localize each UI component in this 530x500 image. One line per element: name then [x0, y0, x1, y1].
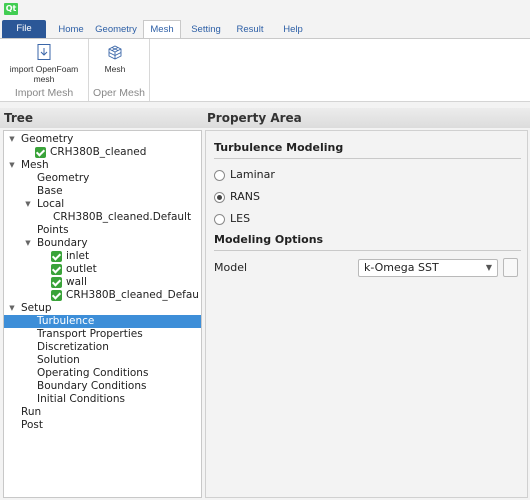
ribbon-panel: import OpenFoam mesh Import Mesh Mesh Op… [0, 38, 530, 102]
radio-label: RANS [230, 190, 260, 203]
tree-item-label: Initial Conditions [37, 393, 125, 405]
tree-item-geometry[interactable]: ▼ Geometry [4, 133, 201, 146]
tab-result[interactable]: Result [231, 21, 269, 38]
radio-rans[interactable]: RANS [214, 190, 334, 204]
tab-geometry[interactable]: Geometry [91, 21, 141, 38]
tree-item-label: Mesh [21, 159, 49, 171]
group-import-mesh: import OpenFoam mesh Import Mesh [0, 39, 89, 101]
tree-item-local-default[interactable]: CRH380B_cleaned.Default [4, 211, 201, 224]
tree-item-label: Boundary Conditions [37, 380, 147, 392]
radio-les[interactable]: LES [214, 212, 334, 226]
expand-arrow-icon[interactable]: ▼ [8, 302, 16, 315]
tree-view: ▼ Geometry CRH380B_cleaned ▼ Mesh Geomet… [3, 130, 202, 498]
group-label-oper-mesh: Oper Mesh [93, 87, 145, 99]
property-panel-title: Property Area [203, 108, 530, 128]
tree-item-discretization[interactable]: Discretization [4, 341, 201, 354]
mesh-button[interactable]: Mesh [95, 41, 135, 74]
expand-arrow-icon[interactable]: ▼ [8, 159, 16, 172]
tree-item-mesh-geometry[interactable]: Geometry [4, 172, 201, 185]
tree-item-wall[interactable]: wall [4, 276, 201, 289]
chevron-down-icon[interactable]: ▼ [486, 260, 492, 276]
tree-item-post[interactable]: Post [4, 419, 201, 432]
tree-item-label: CRH380B_cleaned [50, 146, 147, 158]
tree-item-setup[interactable]: ▼ Setup [4, 302, 201, 315]
tab-file[interactable]: File [2, 20, 46, 38]
import-openfoam-mesh-button[interactable]: import OpenFoam mesh [4, 41, 84, 84]
checkbox-checked-icon[interactable] [51, 277, 62, 288]
tree-item-crh380b-cleaned[interactable]: CRH380B_cleaned [4, 146, 201, 159]
modeling-options-heading: Modeling Options [214, 233, 324, 246]
mesh-cube-icon [108, 45, 122, 60]
import-openfoam-mesh-label: import OpenFoam mesh [9, 64, 79, 84]
tree-item-outlet[interactable]: outlet [4, 263, 201, 276]
tree-item-base[interactable]: Base [4, 185, 201, 198]
checkbox-checked-icon[interactable] [51, 290, 62, 301]
tree-item-label: Solution [37, 354, 80, 366]
radio-checked-icon[interactable] [214, 192, 225, 203]
tree-item-label: Discretization [37, 341, 109, 353]
model-options-button[interactable] [503, 258, 518, 277]
tree-panel-title: Tree [0, 108, 203, 128]
checkbox-checked-icon[interactable] [35, 147, 46, 158]
tree-item-operating-conditions[interactable]: Operating Conditions [4, 367, 201, 380]
tree-item-boundary[interactable]: ▼ Boundary [4, 237, 201, 250]
tree-item-label: Operating Conditions [37, 367, 149, 379]
tab-help[interactable]: Help [278, 21, 308, 38]
radio-label: LES [230, 212, 251, 225]
group-oper-mesh: Mesh Oper Mesh [89, 39, 150, 101]
tree-item-transport-properties[interactable]: Transport Properties [4, 328, 201, 341]
tree-item-label: outlet [66, 263, 97, 275]
expand-arrow-icon[interactable]: ▼ [24, 237, 32, 250]
qt-logo-icon: Qt [4, 3, 18, 15]
tab-setting[interactable]: Setting [186, 21, 226, 38]
tree-item-label: Points [37, 224, 69, 236]
tree-item-initial-conditions[interactable]: Initial Conditions [4, 393, 201, 406]
tab-home[interactable]: Home [54, 21, 88, 38]
import-mesh-icon [37, 44, 51, 60]
tree-item-label: Post [21, 419, 43, 431]
radio-unchecked-icon[interactable] [214, 214, 225, 225]
tree-item-label: inlet [66, 250, 90, 262]
tree-item-label: Transport Properties [37, 328, 143, 340]
tree-item-local[interactable]: ▼ Local [4, 198, 201, 211]
tree-item-label: Local [37, 198, 65, 210]
title-bar: Qt [0, 0, 530, 18]
radio-unchecked-icon[interactable] [214, 170, 225, 181]
divider [214, 250, 521, 251]
model-label: Model [214, 261, 248, 274]
mesh-label: Mesh [104, 64, 126, 74]
tree-item-inlet[interactable]: inlet [4, 250, 201, 263]
tree-item-turbulence[interactable]: Turbulence [4, 315, 201, 328]
tree-item-boundary-conditions[interactable]: Boundary Conditions [4, 380, 201, 393]
tree-item-label: Boundary [37, 237, 88, 249]
group-label-import-mesh: Import Mesh [14, 87, 74, 99]
expand-arrow-icon[interactable]: ▼ [8, 133, 16, 146]
checkbox-checked-icon[interactable] [51, 264, 62, 275]
expand-arrow-icon[interactable]: ▼ [24, 198, 32, 211]
tree-item-label: Setup [21, 302, 52, 314]
checkbox-checked-icon[interactable] [51, 251, 62, 262]
tree-item-mesh[interactable]: ▼ Mesh [4, 159, 201, 172]
tree-item-label: Turbulence [37, 315, 95, 327]
tree-item-run[interactable]: Run [4, 406, 201, 419]
ribbon-tabs: File Home Geometry Mesh Setting Result H… [0, 20, 530, 39]
radio-laminar[interactable]: Laminar [214, 168, 334, 182]
tab-mesh[interactable]: Mesh [143, 20, 181, 39]
radio-label: Laminar [230, 168, 275, 181]
tree-item-label: Geometry [21, 133, 74, 145]
divider [214, 158, 521, 159]
model-select-value: k-Omega SST [364, 261, 439, 274]
tree-item-label: CRH380B_cleaned_Defau [66, 289, 199, 301]
tree-item-label: Base [37, 185, 63, 197]
tree-item-boundary-default[interactable]: CRH380B_cleaned_Defau [4, 289, 201, 302]
property-area: Turbulence Modeling Laminar RANS LES Mod… [205, 130, 528, 498]
tree-item-solution[interactable]: Solution [4, 354, 201, 367]
model-select[interactable]: k-Omega SST ▼ [358, 259, 498, 277]
tree-item-points[interactable]: Points [4, 224, 201, 237]
turbulence-modeling-heading: Turbulence Modeling [214, 141, 344, 154]
tree-item-label: Geometry [37, 172, 90, 184]
tree-item-label: CRH380B_cleaned.Default [53, 211, 192, 223]
tree-item-label: wall [66, 276, 87, 288]
tree-item-label: Run [21, 406, 42, 418]
